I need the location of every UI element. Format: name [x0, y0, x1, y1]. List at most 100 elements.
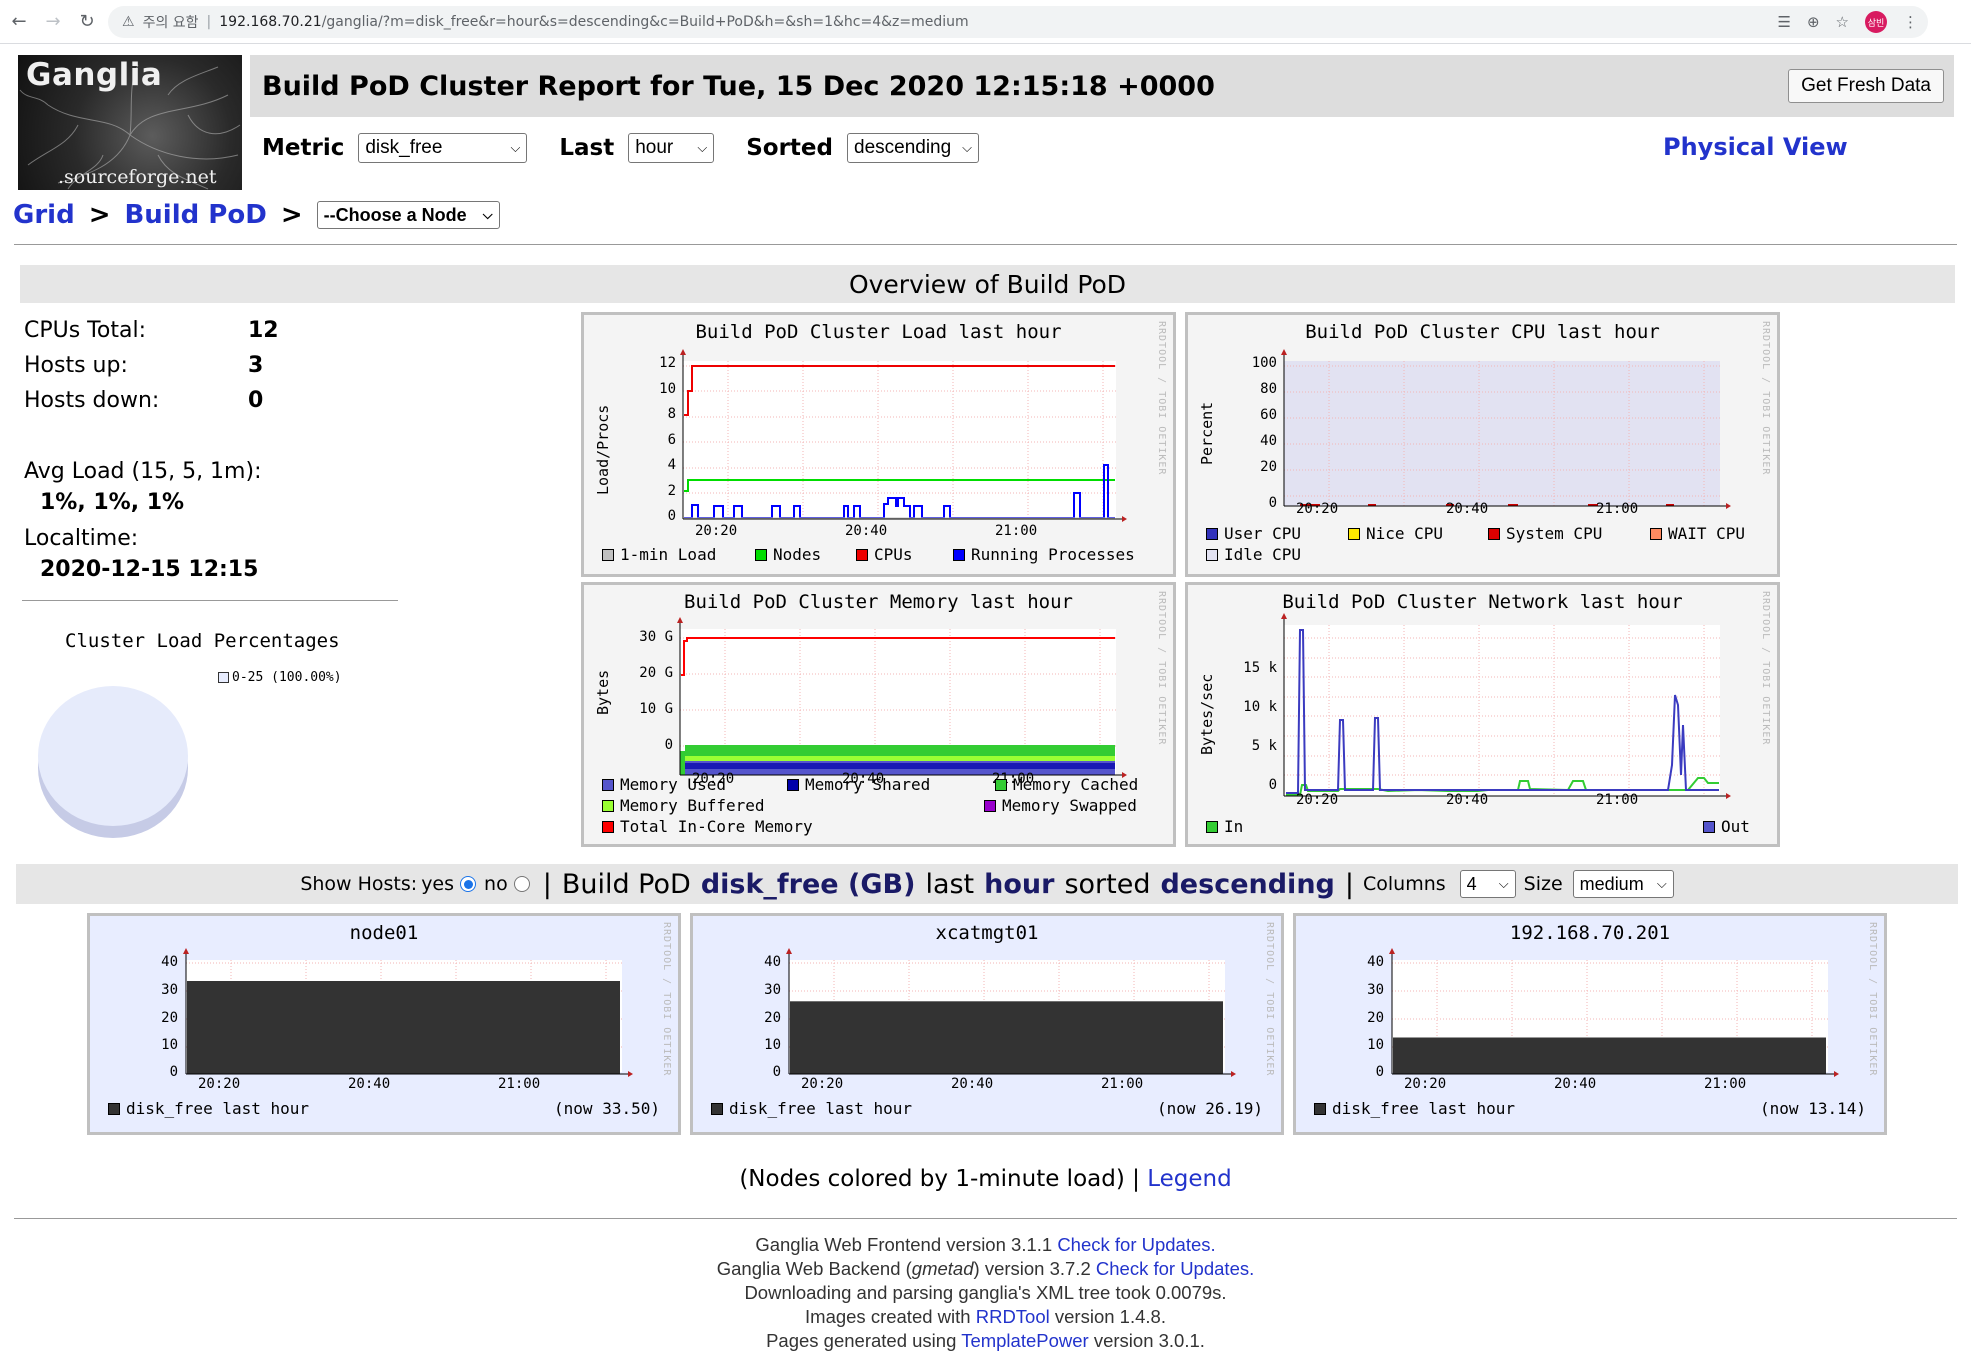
cluster-name: Build PoD [561, 868, 691, 900]
show-hosts-yes-radio[interactable] [460, 876, 477, 892]
hosts-down-row: Hosts down: 0 [24, 388, 263, 413]
y-tick: 100 [1251, 355, 1277, 371]
cpus-total-row: CPUs Total: 12 [24, 318, 279, 343]
breadcrumb-grid-link[interactable]: Grid [13, 200, 75, 230]
legend-item: WAIT CPU [1650, 524, 1745, 543]
y-tick: 20 G [639, 665, 673, 681]
y-tick: 10 k [1243, 699, 1277, 715]
legend-swatch [602, 820, 614, 833]
y-tick: 60 [1260, 407, 1277, 423]
legend-swatch [1348, 527, 1360, 540]
y-tick: 10 [659, 381, 676, 397]
columns-label: Columns [1362, 873, 1446, 895]
disk-free-area [187, 981, 620, 1074]
breadcrumb-separator: > [88, 200, 111, 230]
hosts-down-value: 0 [248, 388, 264, 413]
x-tick: 20:40 [348, 1076, 391, 1092]
security-label[interactable]: 주의 요함 [143, 12, 199, 32]
rrdtool-link[interactable]: RRDTool [976, 1306, 1050, 1327]
y-tick: 6 [667, 432, 676, 448]
y-tick: 0 [772, 1064, 781, 1080]
backend-text: Ganglia Web Backend ( [716, 1258, 912, 1279]
legend-item: CPUs [856, 545, 913, 564]
range-select[interactable]: hour ⌵ [628, 133, 715, 163]
menu-icon[interactable]: ⋮ [1903, 13, 1918, 31]
columns-select-value: 4 [1466, 873, 1477, 894]
y-tick: 0 [667, 508, 676, 524]
profile-avatar[interactable]: 삼빈 [1865, 11, 1887, 33]
legend-item: disk_free last hour [711, 1099, 912, 1118]
x-tick: 21:00 [1596, 792, 1639, 808]
legend-label: System CPU [1506, 524, 1603, 543]
host-graph[interactable]: xcatmgt01 RRDTOOL / TOBI OETIKER 40 30 2… [690, 913, 1284, 1135]
memory-cached-area [685, 745, 1115, 756]
show-hosts-no-label: no [484, 873, 508, 895]
logo-subtitle: .sourceforge.net [58, 166, 217, 188]
x-tick: 20:20 [695, 523, 738, 539]
cluster-cpu-graph[interactable]: Build PoD Cluster CPU last hour RRDTOOL … [1185, 312, 1780, 577]
last-label: Last [559, 135, 615, 161]
bookmark-star-icon[interactable]: ☆ [1836, 13, 1849, 31]
url-path[interactable]: /ganglia/?m=disk_free&r=hour&s=descendin… [322, 14, 969, 30]
pie-chart [38, 686, 188, 838]
legend-label: Memory Buffered [620, 796, 765, 815]
size-label: Size [1523, 873, 1563, 895]
legend-link[interactable]: Legend [1147, 1166, 1232, 1192]
columns-select[interactable]: 4 ⌵ [1459, 870, 1516, 898]
reload-icon[interactable]: ↻ [72, 7, 102, 37]
legend-label: CPUs [874, 545, 913, 564]
legend-label: disk_free last hour [729, 1099, 913, 1118]
metric-select[interactable]: disk_free ⌵ [358, 133, 528, 163]
legend-label: Out [1721, 817, 1750, 836]
page-title: Build PoD Cluster Report for Tue, 15 Dec… [262, 70, 1215, 102]
warning-icon[interactable]: ⚠ [122, 14, 135, 30]
footer-timing-line: Downloading and parsing ganglia's XML tr… [744, 1282, 1227, 1303]
footer-note: (Nodes colored by 1-minute load) | Legen… [0, 1166, 1971, 1192]
x-tick: 20:40 [1554, 1076, 1597, 1092]
legend-item: Memory Shared [787, 775, 930, 794]
host-graph[interactable]: 192.168.70.201 RRDTOOL / TOBI OETIKER 40… [1293, 913, 1887, 1135]
zoom-icon[interactable]: ⊕ [1807, 13, 1820, 31]
node-select[interactable]: --Choose a Node ⌵ [316, 201, 500, 229]
frontend-update-link[interactable]: Check for Updates. [1057, 1234, 1215, 1255]
sort-select[interactable]: descending ⌵ [847, 133, 979, 163]
hosts-up-value: 3 [248, 353, 264, 378]
size-select[interactable]: medium ⌵ [1572, 870, 1674, 898]
memory-shared-area [685, 763, 1115, 769]
cluster-network-graph[interactable]: Build PoD Cluster Network last hour RRDT… [1185, 582, 1780, 847]
memory-buffered-area [685, 756, 1115, 761]
ganglia-logo[interactable]: Ganglia .sourceforge.net [18, 55, 242, 190]
current-value: (now 26.19) [1157, 1099, 1263, 1118]
x-tick: 20:20 [198, 1076, 241, 1092]
templatepower-link[interactable]: TemplatePower [961, 1330, 1089, 1351]
legend-label: 1-min Load [620, 545, 717, 564]
get-fresh-data-button[interactable]: Get Fresh Data [1788, 69, 1944, 103]
show-hosts-no-radio[interactable] [513, 876, 530, 892]
y-tick: 10 [1367, 1037, 1384, 1053]
translate-icon[interactable]: ☰ [1778, 13, 1791, 31]
y-tick: 30 [764, 982, 781, 998]
y-tick: 0 [1375, 1064, 1384, 1080]
metric-name: disk_free (GB) [700, 868, 916, 900]
y-tick: 30 [161, 982, 178, 998]
legend-swatch [856, 548, 868, 561]
divider [14, 244, 1957, 245]
order-word: descending [1160, 868, 1335, 900]
metric-controls: Metric disk_free ⌵ Last hour ⌵ Sorted desc… [262, 130, 979, 166]
url-host[interactable]: 192.168.70.21 [219, 14, 321, 30]
plot-area [683, 361, 1116, 519]
back-icon[interactable]: ← [4, 7, 34, 37]
address-bar[interactable]: ⚠ 주의 요함 | 192.168.70.21 /ganglia/?m=disk… [108, 6, 1928, 38]
cluster-load-pie: Cluster Load Percentages 0-25 (100.00%) [20, 630, 400, 860]
cluster-load-graph[interactable]: Build PoD Cluster Load last hour RRDTOOL… [581, 312, 1176, 577]
backend-update-link[interactable]: Check for Updates. [1096, 1258, 1254, 1279]
physical-view-link[interactable]: Physical View [1663, 133, 1848, 161]
breadcrumb-cluster-link[interactable]: Build PoD [124, 200, 266, 230]
legend-label: Idle CPU [1224, 545, 1302, 564]
metric-label: Metric [262, 135, 345, 161]
y-tick: 40 [1367, 954, 1384, 970]
host-graph[interactable]: node01 RRDTOOL / TOBI OETIKER 40 30 20 1… [87, 913, 681, 1135]
cluster-memory-graph[interactable]: Build PoD Cluster Memory last hour RRDTO… [581, 582, 1176, 847]
forward-icon[interactable]: → [38, 7, 68, 37]
legend-item: Memory Cached [995, 775, 1138, 794]
